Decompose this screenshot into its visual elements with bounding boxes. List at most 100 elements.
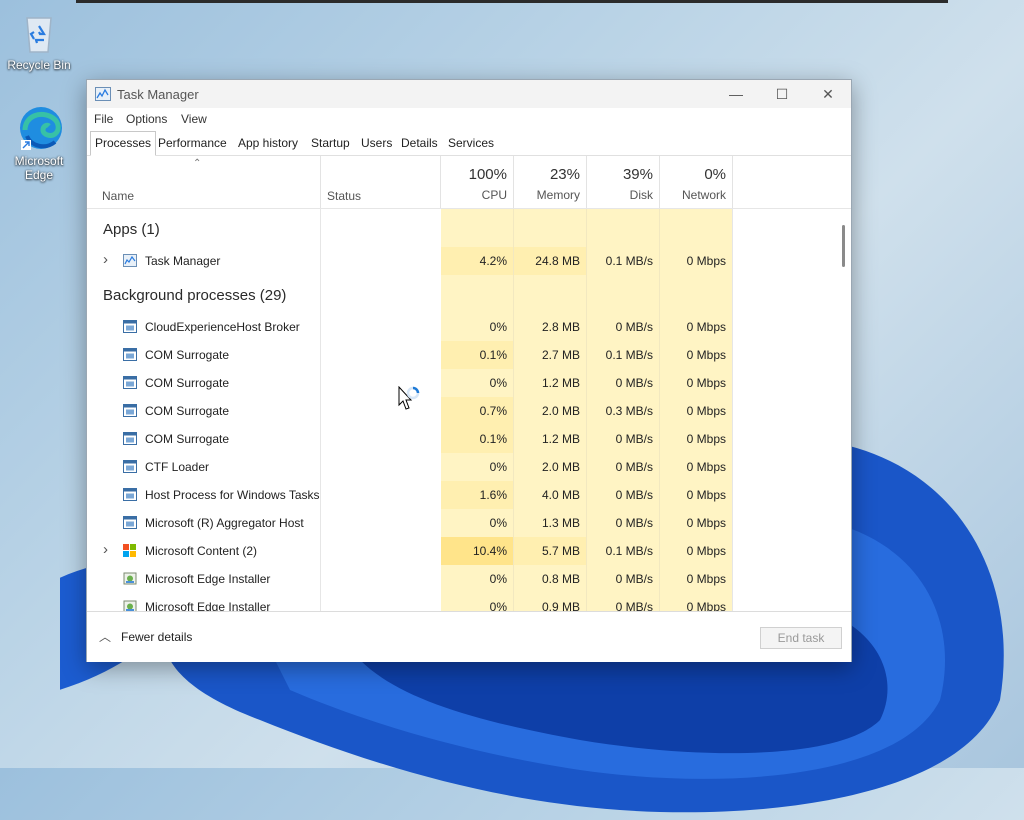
process-list: Apps (1) Background processes (29) › Task… xyxy=(87,209,835,611)
table-row[interactable]: COM Surrogate 0% 1.2 MB 0 MB/s 0 Mbps xyxy=(87,369,835,397)
cell-cpu: 10.4% xyxy=(441,537,513,565)
tab-services[interactable]: Services xyxy=(444,131,498,154)
header-memory-label: Memory xyxy=(536,188,580,202)
cell-memory: 24.8 MB xyxy=(514,247,586,275)
menu-view[interactable]: View xyxy=(181,112,207,126)
column-header-network[interactable]: 0% Network xyxy=(660,156,732,208)
cell-cpu: 0% xyxy=(489,320,507,334)
cell-cpu: 0.7% xyxy=(441,397,513,425)
tab-startup[interactable]: Startup xyxy=(307,131,354,154)
microsoft-logo-icon xyxy=(123,544,136,557)
table-row[interactable]: › Microsoft Content (2) 10.4% 5.7 MB 0.1 MB/… xyxy=(87,537,835,565)
cell-disk: 0 MB/s xyxy=(615,516,653,530)
process-name: Microsoft (R) Aggregator Host xyxy=(145,516,304,530)
table-row[interactable]: Microsoft Edge Installer 0% 0.8 MB 0 MB/s 0 … xyxy=(87,565,835,593)
table-row[interactable]: Microsoft (R) Aggregator Host 0% 1.3 MB 0 M… xyxy=(87,509,835,537)
cell-network: 0 Mbps xyxy=(686,254,726,268)
column-header-row: ⌃ Name Status 100% CPU 23% Memory 39% Di… xyxy=(87,156,851,209)
table-row[interactable]: COM Surrogate 0.1% 2.7 MB 0.1 MB/s 0 Mbps xyxy=(87,341,835,369)
table-row[interactable]: COM Surrogate 0.1% 1.2 MB 0 MB/s 0 Mbps xyxy=(87,425,835,453)
vertical-scrollbar[interactable] xyxy=(837,209,851,611)
cell-memory: 1.2 MB xyxy=(541,376,580,390)
process-name: Microsoft Edge Installer xyxy=(145,600,271,611)
cell-disk: 0 MB/s xyxy=(615,460,653,474)
cell-network: 0 Mbps xyxy=(686,348,726,362)
window-app-icon xyxy=(123,376,137,389)
tab-strip: Processes Performance App history Startu… xyxy=(87,131,851,156)
cell-disk: 0 MB/s xyxy=(615,432,653,446)
scrollbar-thumb[interactable] xyxy=(842,225,845,267)
column-divider[interactable] xyxy=(732,156,733,208)
sort-chevron-up-icon: ⌃ xyxy=(193,158,202,169)
cell-network: 0 Mbps xyxy=(686,544,726,558)
window-app-icon xyxy=(123,516,137,529)
cell-cpu: 4.2% xyxy=(441,247,513,275)
cell-disk: 0 MB/s xyxy=(615,600,653,611)
column-header-status[interactable]: Status xyxy=(321,156,440,208)
tab-app-history[interactable]: App history xyxy=(234,131,302,154)
desktop-icon-label: Microsoft Edge xyxy=(14,154,64,182)
chevron-right-icon[interactable]: › xyxy=(103,251,108,268)
cell-disk: 0 MB/s xyxy=(615,376,653,390)
cell-network: 0 Mbps xyxy=(686,572,726,586)
tab-users[interactable]: Users xyxy=(357,131,396,154)
header-network-label: Network xyxy=(681,188,726,202)
group-header-background[interactable]: Background processes (29) xyxy=(103,287,286,304)
column-header-cpu[interactable]: 100% CPU xyxy=(441,156,513,208)
menu-file[interactable]: File xyxy=(94,112,113,126)
end-task-button[interactable]: End task xyxy=(760,627,842,649)
menu-options[interactable]: Options xyxy=(126,112,167,126)
header-network-percent: 0% xyxy=(704,166,726,183)
cell-cpu: 1.6% xyxy=(441,481,513,509)
fewer-details-link[interactable]: Fewer details xyxy=(121,630,192,644)
process-name: Microsoft Content (2) xyxy=(145,544,258,558)
window-app-icon xyxy=(123,348,137,361)
installer-icon xyxy=(123,572,137,585)
chevron-up-icon[interactable]: ︿ xyxy=(99,628,111,645)
tab-processes[interactable]: Processes xyxy=(90,131,157,156)
cell-network: 0 Mbps xyxy=(686,404,726,418)
maximize-button[interactable]: ☐ xyxy=(759,80,805,108)
cell-cpu: 0% xyxy=(489,460,507,474)
desktop-icon-recycle-bin[interactable]: Recycle Bin xyxy=(3,8,75,72)
cell-memory: 0.9 MB xyxy=(541,600,580,611)
process-name: CloudExperienceHost Broker xyxy=(145,320,300,334)
cell-memory: 5.7 MB xyxy=(514,537,586,565)
table-row[interactable]: › Task Manager 4.2% 24.8 MB 0.1 MB/s 0 Mbps xyxy=(87,247,835,275)
close-button[interactable]: ✕ xyxy=(805,80,851,108)
process-name: COM Surrogate xyxy=(145,404,230,418)
window-app-icon xyxy=(123,320,137,333)
cell-memory: 1.3 MB xyxy=(541,516,580,530)
cell-network: 0 Mbps xyxy=(686,320,726,334)
cell-network: 0 Mbps xyxy=(686,600,726,611)
header-memory-percent: 23% xyxy=(549,166,580,183)
cell-cpu: 0.1% xyxy=(441,425,513,453)
cell-network: 0 Mbps xyxy=(686,432,726,446)
table-row[interactable]: CloudExperienceHost Broker 0% 2.8 MB 0 MB/s… xyxy=(87,313,835,341)
column-header-disk[interactable]: 39% Disk xyxy=(587,156,659,208)
group-header-apps[interactable]: Apps (1) xyxy=(103,221,160,238)
process-name: COM Surrogate xyxy=(145,348,230,362)
column-header-memory[interactable]: 23% Memory xyxy=(514,156,586,208)
cell-memory: 1.2 MB xyxy=(541,432,580,446)
cell-disk: 0.1 MB/s xyxy=(605,544,653,558)
tab-details[interactable]: Details xyxy=(397,131,442,154)
column-header-name[interactable]: ⌃ Name xyxy=(87,156,320,208)
footer: ︿ Fewer details End task xyxy=(87,611,851,662)
cell-cpu: 0% xyxy=(489,572,507,586)
table-row[interactable]: COM Surrogate 0.7% 2.0 MB 0.3 MB/s 0 Mbps xyxy=(87,397,835,425)
table-row[interactable]: Microsoft Edge Installer 0% 0.9 MB 0 MB/s 0 … xyxy=(87,593,835,611)
chevron-right-icon[interactable]: › xyxy=(103,541,108,558)
table-row[interactable]: CTF Loader 0% 2.0 MB 0 MB/s 0 Mbps xyxy=(87,453,835,481)
process-name: Microsoft Edge Installer xyxy=(145,572,271,586)
desktop-icon-edge[interactable]: Microsoft Edge xyxy=(3,104,75,182)
tab-performance[interactable]: Performance xyxy=(154,131,231,154)
window-app-icon xyxy=(123,404,137,417)
header-name-label: Name xyxy=(102,189,135,203)
title-bar[interactable]: Task Manager — ☐ ✕ xyxy=(87,80,851,108)
table-row[interactable]: Host Process for Windows Tasks 1.6% 4.0 MB… xyxy=(87,481,835,509)
header-status-label: Status xyxy=(327,189,362,203)
minimize-button[interactable]: — xyxy=(713,80,759,108)
cell-disk: 0 MB/s xyxy=(615,572,653,586)
minimize-icon: — xyxy=(729,86,743,102)
